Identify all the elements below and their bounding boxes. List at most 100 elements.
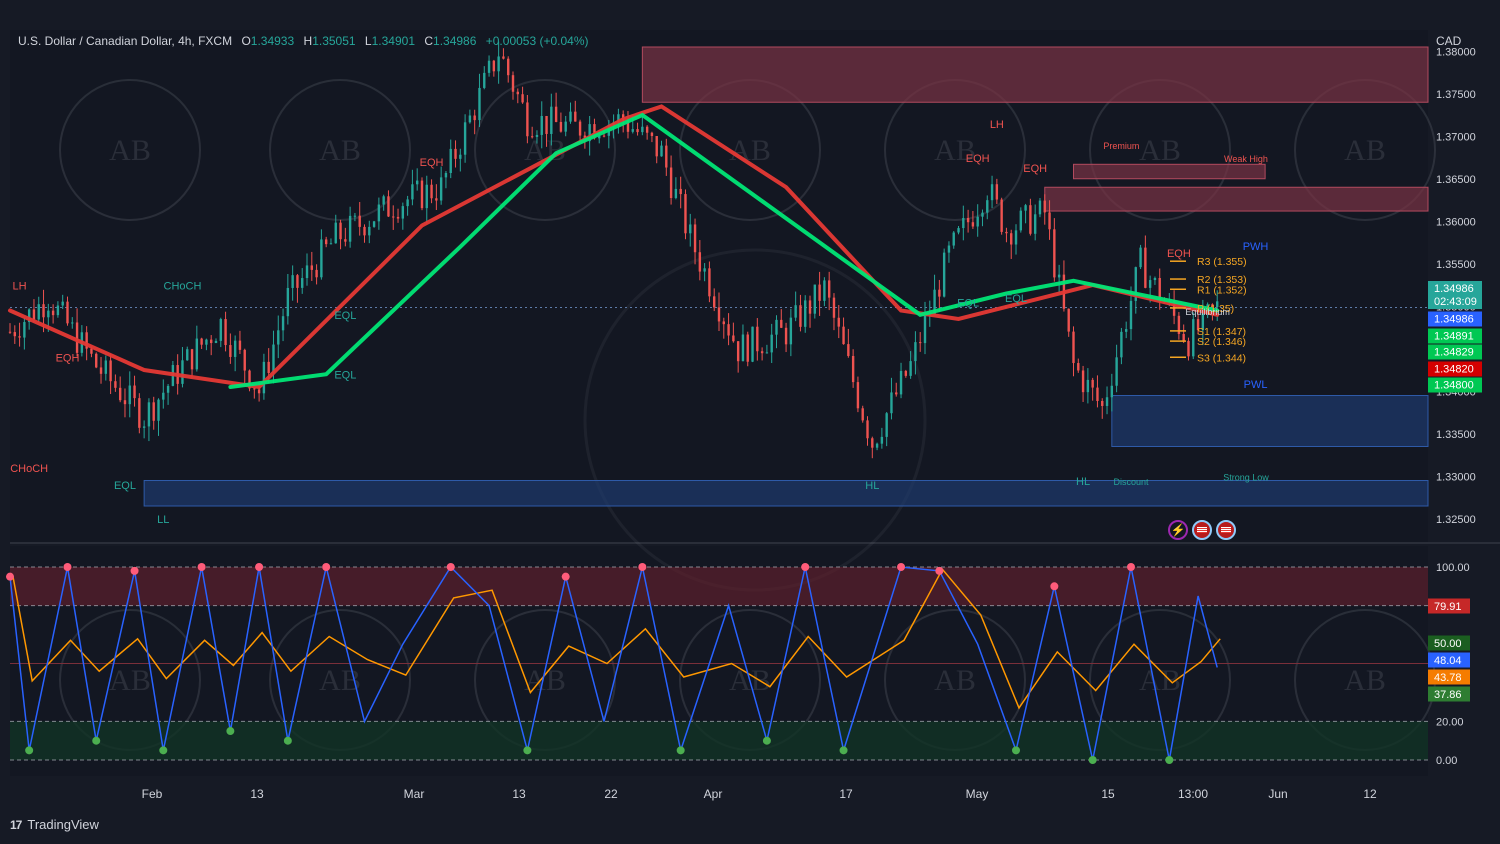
- price-axis-tick: 1.37000: [1436, 131, 1476, 143]
- overbought-zone: [10, 567, 1428, 606]
- close-label: C: [424, 34, 434, 48]
- overbought-dot: [6, 572, 14, 581]
- chart-annotation: EQH: [420, 157, 444, 169]
- candle-body: [205, 339, 208, 345]
- candle-body: [899, 370, 903, 395]
- candle-body: [1024, 205, 1027, 211]
- candle-body: [291, 275, 294, 288]
- candle-body: [861, 408, 864, 421]
- candle-body: [631, 129, 634, 132]
- candle-body: [1033, 214, 1037, 234]
- candle-body: [142, 426, 146, 428]
- candle-body: [320, 239, 323, 278]
- candle-body: [837, 317, 840, 327]
- chart-annotation: Premium: [1103, 141, 1139, 151]
- candle-body: [468, 115, 472, 123]
- time-axis-tick: May: [966, 787, 989, 801]
- candle-body: [1124, 329, 1128, 332]
- chart-annotation: CHoCH: [10, 463, 48, 475]
- candle-body: [334, 222, 337, 244]
- candle-body: [1105, 397, 1109, 406]
- candle-body: [1182, 333, 1185, 341]
- candle-body: [305, 265, 309, 279]
- oversold-dot: [283, 736, 292, 745]
- candle-body: [1053, 229, 1056, 278]
- candle-body: [358, 215, 361, 227]
- candle-body: [109, 360, 112, 382]
- candle-body: [229, 345, 232, 357]
- chart-annotation: HL: [865, 480, 879, 492]
- candle-body: [425, 184, 428, 209]
- candle-body: [823, 280, 826, 301]
- candle-body: [430, 184, 433, 199]
- candle-body: [880, 436, 884, 444]
- candle-body: [181, 360, 184, 384]
- candle-body: [315, 269, 318, 278]
- candle-body: [449, 148, 452, 174]
- chart-annotation: CHoCH: [164, 280, 202, 292]
- watermark-logo: AB: [319, 134, 361, 167]
- candle-body: [1086, 379, 1090, 393]
- candle-body: [104, 360, 108, 374]
- candle-body: [344, 239, 347, 242]
- price-badge-text: 1.34800: [1434, 380, 1474, 392]
- chart-canvas[interactable]: AB AB AB AB AB AB ABAB AB AB AB AB AB AB1.380001.375…: [0, 0, 1500, 844]
- oversold-dot: [1012, 746, 1021, 755]
- us-flag-icon[interactable]: [1192, 520, 1212, 540]
- candle-body: [257, 389, 261, 394]
- candle-body: [411, 184, 414, 200]
- candle-body: [1072, 331, 1075, 364]
- candle-body: [722, 321, 725, 325]
- price-badge-countdown: 02:43:09: [1434, 296, 1477, 308]
- candle-body: [511, 75, 515, 92]
- candle-body: [1067, 308, 1070, 332]
- candle-body: [483, 72, 486, 88]
- pivot-level-label: S3 (1.344): [1197, 352, 1246, 364]
- candle-body: [507, 58, 510, 76]
- chart-annotation: HL: [1076, 476, 1090, 488]
- candle-body: [1120, 331, 1123, 358]
- candle-body: [128, 385, 131, 405]
- tradingview-logo-icon: 17: [10, 817, 22, 832]
- candle-body: [454, 148, 457, 159]
- oscillator-badge-text: 79.91: [1434, 601, 1462, 613]
- candle-body: [339, 222, 342, 240]
- candle-body: [554, 106, 558, 122]
- candle-body: [636, 129, 639, 133]
- price-axis-tick: 1.36500: [1436, 174, 1476, 186]
- candle-body: [851, 355, 855, 383]
- currency-label[interactable]: CAD: [1436, 34, 1461, 48]
- candle-body: [329, 243, 333, 245]
- overbought-dot: [1126, 563, 1135, 571]
- oversold-dot: [1165, 756, 1174, 764]
- price-axis-tick: 1.36000: [1436, 216, 1476, 228]
- oversold-dot: [1088, 756, 1097, 764]
- candle-body: [99, 367, 103, 374]
- price-axis-tick: 1.32500: [1436, 514, 1476, 526]
- us-flag-icon[interactable]: [1216, 520, 1236, 540]
- candle-body: [895, 392, 898, 395]
- candle-body: [1096, 387, 1099, 401]
- time-axis-tick: Apr: [704, 787, 723, 801]
- candle-body: [693, 224, 697, 253]
- candle-body: [1043, 200, 1046, 213]
- candle-body: [914, 342, 917, 362]
- overbought-dot: [801, 563, 810, 571]
- candle-body: [770, 334, 773, 353]
- candle-body: [794, 305, 797, 318]
- zone-supply: [641, 46, 1429, 103]
- low-value: 1.34901: [371, 34, 415, 48]
- candle-body: [995, 184, 999, 200]
- candle-body: [818, 284, 821, 301]
- candle-body: [765, 352, 769, 354]
- tradingview-brand[interactable]: 17 TradingView: [10, 817, 99, 832]
- chart-annotation: EQL: [957, 297, 979, 309]
- candle-body: [1187, 340, 1190, 357]
- candle-body: [8, 331, 12, 333]
- symbol-name[interactable]: U.S. Dollar / Canadian Dollar, 4h, FXCM: [18, 34, 232, 48]
- candle-body: [372, 221, 376, 227]
- candle-body: [962, 218, 965, 229]
- candle-body: [166, 385, 170, 393]
- lightning-icon[interactable]: ⚡: [1168, 520, 1188, 540]
- open-value: 1.34933: [250, 34, 295, 48]
